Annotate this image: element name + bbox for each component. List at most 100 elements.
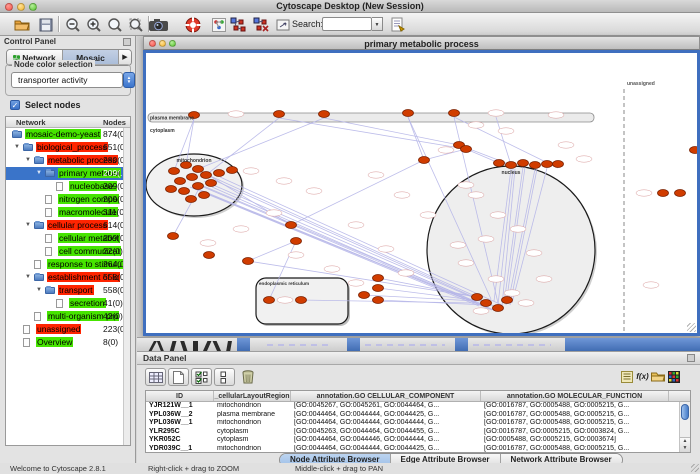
gene-label-node[interactable] bbox=[458, 260, 474, 266]
float-panel-icon[interactable] bbox=[123, 38, 131, 46]
gene-node[interactable] bbox=[675, 190, 686, 197]
table-cell[interactable]: mitochondrion bbox=[214, 402, 291, 411]
search-dropdown-arrow[interactable]: ▼ bbox=[372, 17, 383, 31]
tree-row[interactable]: ▼establishment of lo558(0) bbox=[6, 271, 130, 284]
gene-label-node[interactable] bbox=[348, 280, 364, 286]
gene-node[interactable] bbox=[419, 157, 430, 164]
gene-label-node[interactable] bbox=[378, 246, 394, 252]
gene-label-node[interactable] bbox=[536, 276, 552, 282]
zoom-fit-icon[interactable] bbox=[105, 15, 124, 34]
gene-node[interactable] bbox=[542, 161, 553, 168]
tree-row-label[interactable]: transport bbox=[58, 285, 94, 295]
table-cell[interactable]: [GO:0044464, GO:0044444, GO:0044425, G..… bbox=[291, 411, 481, 420]
save-icon[interactable] bbox=[36, 15, 55, 34]
disclosure-triangle-icon[interactable]: ▼ bbox=[36, 170, 42, 176]
gene-label-node[interactable] bbox=[518, 300, 534, 306]
gene-label-node[interactable] bbox=[473, 308, 489, 314]
table-row[interactable]: YDR039C__1mitochondrion[GO:0044464, GO:0… bbox=[146, 445, 690, 454]
gene-label-node[interactable] bbox=[368, 172, 384, 178]
gene-label-node[interactable] bbox=[277, 297, 293, 303]
disclosure-triangle-icon[interactable]: ▼ bbox=[14, 144, 20, 150]
tree-row-label[interactable]: Overview bbox=[36, 337, 73, 347]
table-cell[interactable]: YLR295C bbox=[146, 428, 214, 437]
gene-node[interactable] bbox=[168, 233, 179, 240]
tree-row[interactable]: secretion41(0) bbox=[6, 297, 130, 310]
tree-row-label[interactable]: unassigned bbox=[36, 324, 81, 334]
window-resize-grip[interactable] bbox=[687, 323, 696, 332]
tree-row[interactable]: response to stimulu264(0) bbox=[6, 258, 130, 271]
gene-label-node[interactable] bbox=[576, 156, 592, 162]
destroy-network-icon[interactable] bbox=[251, 15, 270, 34]
tree-row[interactable]: mosaic-demo-yeast874(0) bbox=[6, 128, 130, 141]
gene-label-node[interactable] bbox=[636, 190, 652, 196]
combobox-stepper-icon[interactable]: ▲▼ bbox=[123, 72, 135, 88]
gene-node[interactable] bbox=[243, 258, 254, 265]
table-cell[interactable]: YDR039C__1 bbox=[146, 445, 214, 454]
tree-col-network[interactable]: Network bbox=[16, 118, 46, 127]
gene-node[interactable] bbox=[204, 252, 215, 259]
gene-node[interactable] bbox=[179, 188, 190, 195]
table-cell[interactable]: [GO:0016787, GO:0005488, GO:0005215, G..… bbox=[481, 411, 669, 420]
gene-label-node[interactable] bbox=[228, 111, 244, 117]
attribute-select-icon[interactable] bbox=[145, 368, 166, 386]
tree-row[interactable]: macromolecule311(0) bbox=[6, 206, 130, 219]
gene-label-node[interactable] bbox=[420, 212, 436, 218]
gene-label-node[interactable] bbox=[438, 147, 454, 153]
gene-node[interactable] bbox=[530, 162, 541, 169]
gene-label-node[interactable] bbox=[468, 192, 484, 198]
gene-label-node[interactable] bbox=[324, 266, 340, 272]
gene-node[interactable] bbox=[291, 238, 302, 245]
table-cell[interactable]: [GO:0045263, GO:0044464, GO:0044455, G..… bbox=[291, 428, 481, 437]
tab-overflow-arrow[interactable]: ▶ bbox=[119, 50, 131, 65]
tree-row[interactable]: ▼biological_process651(0) bbox=[6, 141, 130, 154]
gene-node[interactable] bbox=[201, 172, 212, 179]
gene-node[interactable] bbox=[193, 166, 204, 173]
table-cell[interactable]: YKR052C bbox=[146, 436, 214, 445]
snapshot-icon[interactable] bbox=[146, 15, 170, 34]
gene-node[interactable] bbox=[199, 192, 210, 199]
gene-label-node[interactable] bbox=[450, 242, 466, 248]
edge[interactable] bbox=[408, 117, 424, 160]
gene-node[interactable] bbox=[502, 297, 513, 304]
gene-label-node[interactable] bbox=[488, 110, 504, 116]
tree-row[interactable]: multi-organism pro42(0) bbox=[6, 310, 130, 323]
table-row[interactable]: YLR295Ccytoplasm[GO:0045263, GO:0044464,… bbox=[146, 428, 690, 437]
gene-node[interactable] bbox=[690, 147, 698, 154]
table-row[interactable]: YKR052Ccytoplasm[GO:0044464, GO:0044446,… bbox=[146, 436, 690, 445]
edge[interactable] bbox=[198, 118, 324, 169]
gene-label-node[interactable] bbox=[233, 226, 249, 232]
gene-node[interactable] bbox=[518, 160, 529, 167]
gene-node[interactable] bbox=[553, 161, 564, 168]
tree-row[interactable]: Overview8(0) bbox=[6, 336, 130, 349]
gene-label-node[interactable] bbox=[504, 290, 520, 296]
tree-row[interactable]: nucleobase-209(0) bbox=[6, 180, 130, 193]
zoom-out-icon[interactable] bbox=[63, 15, 82, 34]
gene-node[interactable] bbox=[461, 146, 472, 153]
gene-label-node[interactable] bbox=[488, 276, 504, 282]
gene-label-node[interactable] bbox=[558, 142, 574, 148]
gene-label-node[interactable] bbox=[510, 226, 526, 232]
tree-row[interactable]: unassigned223(0) bbox=[6, 323, 130, 336]
zoom-selected-icon[interactable] bbox=[126, 15, 145, 34]
table-cell[interactable]: cytoplasm bbox=[214, 436, 291, 445]
table-cell[interactable]: [GO:0005488, GO:0005215, GO:0003674] bbox=[481, 436, 669, 445]
gene-label-node[interactable] bbox=[266, 210, 282, 216]
gene-node[interactable] bbox=[449, 110, 460, 117]
gene-node[interactable] bbox=[169, 168, 180, 175]
gene-label-node[interactable] bbox=[498, 128, 514, 134]
float-panel-icon[interactable] bbox=[687, 354, 695, 362]
gene-node[interactable] bbox=[274, 111, 285, 118]
app-resize-grip[interactable] bbox=[691, 464, 699, 472]
table-cell[interactable]: [GO:0044464, GO:0044444, GO:0044425, G..… bbox=[291, 445, 481, 454]
attribute-editor-icon[interactable] bbox=[388, 15, 407, 34]
gene-label-node[interactable] bbox=[348, 222, 364, 228]
tree-row-label[interactable]: biological_process bbox=[36, 142, 108, 152]
network-canvas[interactable]: plasma membranecytoplasmmitochondrionnuc… bbox=[146, 53, 697, 333]
gene-label-node[interactable] bbox=[643, 282, 659, 288]
gene-label-node[interactable] bbox=[548, 112, 564, 118]
help-icon[interactable] bbox=[183, 15, 202, 34]
gene-label-node[interactable] bbox=[490, 212, 506, 218]
table-cell[interactable]: YJR121W__1 bbox=[146, 402, 214, 411]
create-network-icon[interactable] bbox=[228, 15, 247, 34]
gene-node[interactable] bbox=[193, 183, 204, 190]
